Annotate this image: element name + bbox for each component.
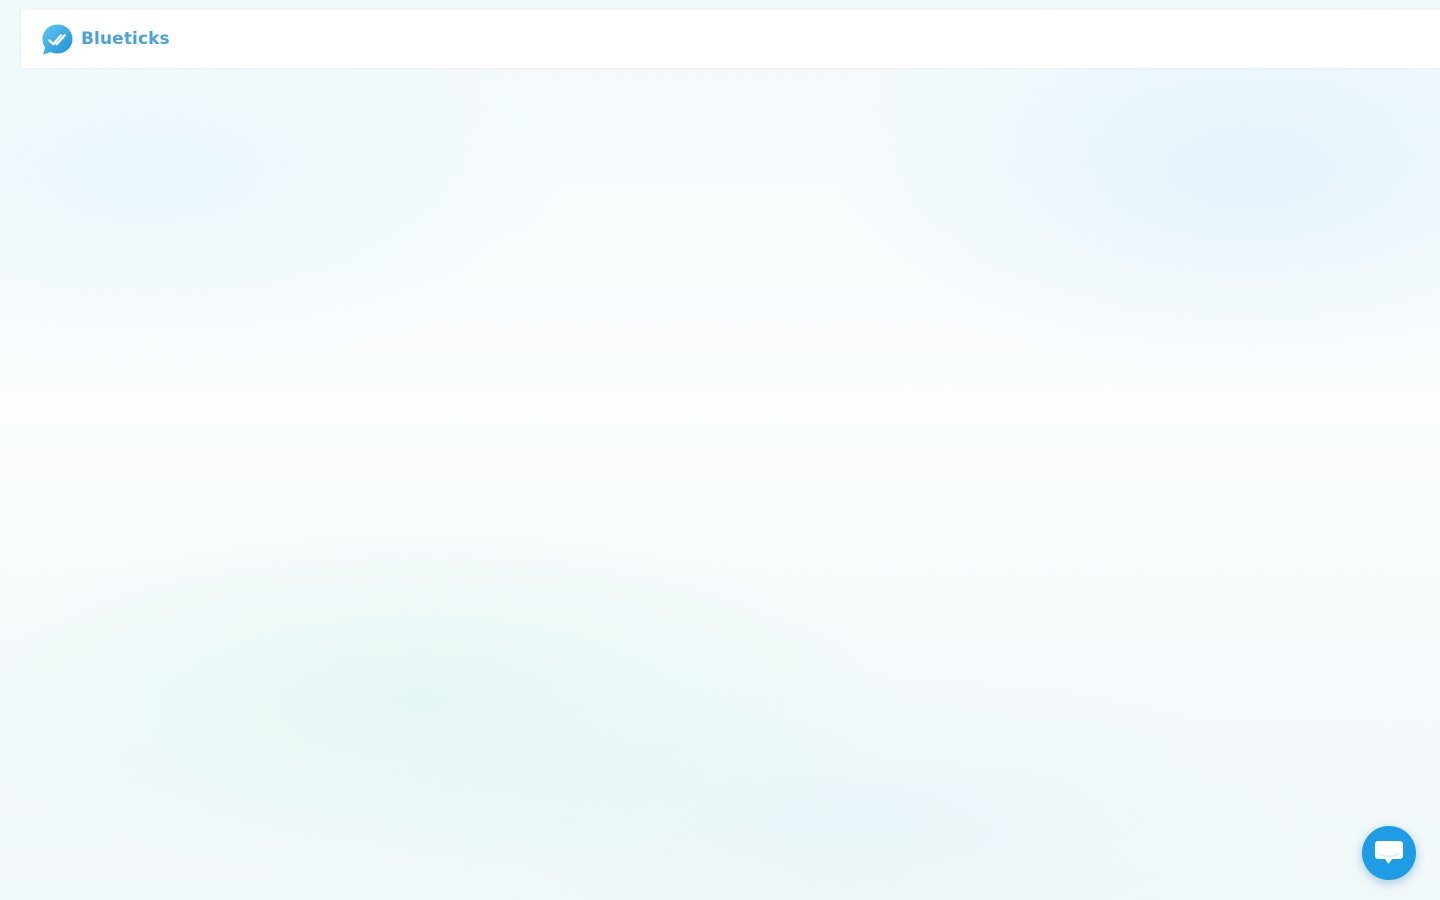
chat-bubble-icon (1375, 841, 1403, 864)
brand-logo[interactable]: Blueticks (41, 23, 170, 56)
chat-launcher-button[interactable] (1362, 826, 1416, 880)
double-check-chat-bubble-icon (42, 24, 73, 54)
app-header: Blueticks (20, 10, 1440, 68)
brand-name: Blueticks (81, 29, 170, 49)
